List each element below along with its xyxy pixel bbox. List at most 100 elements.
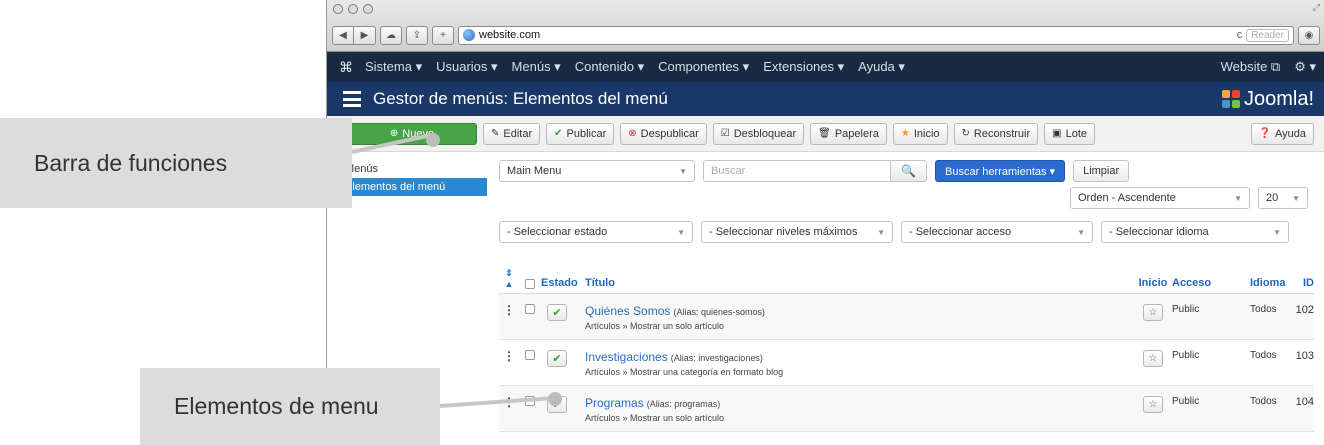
checkbox-icon: ☑	[720, 128, 730, 139]
nav-sistema[interactable]: Sistema ▾	[365, 59, 422, 75]
minimize-window-button[interactable]	[348, 4, 358, 14]
new-tab-button[interactable]: +	[432, 25, 454, 45]
fullscreen-icon[interactable]: ⤢	[1313, 2, 1320, 13]
history-buttons: ◀ ▶	[332, 25, 376, 45]
nav-ayuda[interactable]: Ayuda ▾	[858, 59, 905, 75]
table-row: ⋮ ✔ Programas (Alias: programas) Artícul…	[499, 386, 1314, 432]
col-id[interactable]: ID	[1288, 277, 1314, 289]
downloads-icon[interactable]: ◉	[1298, 25, 1320, 45]
levels-filter-value: - Seleccionar niveles máximos	[709, 226, 858, 238]
unpublish-button[interactable]: ⊗ Despublicar	[620, 122, 707, 145]
callout-toolbar-pointer	[426, 133, 440, 147]
search-tools-button[interactable]: Buscar herramientas ▾	[935, 160, 1066, 182]
cloud-icon[interactable]: ☁	[380, 25, 402, 45]
limit-select[interactable]: 20 ▼	[1258, 187, 1308, 209]
item-title-link[interactable]: Programas	[585, 396, 644, 410]
help-button[interactable]: ❓ Ayuda	[1250, 122, 1314, 145]
batch-button[interactable]: ▣ Lote	[1044, 122, 1096, 145]
share-icon[interactable]: ⇪	[406, 25, 428, 45]
chevron-down-icon: ▼	[1273, 227, 1281, 237]
filter-bar: Main Menu ▼ Buscar 🔍 Buscar herramientas …	[499, 160, 1314, 243]
search-input[interactable]: Buscar	[703, 160, 891, 182]
reader-button[interactable]: Reader	[1246, 28, 1289, 42]
table-row: ⋮ ✔ Quiénes Somos (Alias: quienes-somos)…	[499, 294, 1314, 340]
search-button[interactable]: 🔍	[891, 160, 927, 182]
sidebar-item-menus[interactable]: Menús	[339, 160, 487, 178]
state-filter-select[interactable]: - Seleccionar estado ▼	[499, 221, 693, 243]
clear-button[interactable]: Limpiar	[1073, 160, 1130, 182]
language-filter-select[interactable]: - Seleccionar idioma ▼	[1101, 221, 1289, 243]
forward-button[interactable]: ▶	[354, 25, 376, 45]
refresh-icon: ↻	[961, 128, 970, 139]
col-language[interactable]: Idioma	[1250, 277, 1288, 289]
back-button[interactable]: ◀	[332, 25, 354, 45]
rebuild-button[interactable]: ↻ Reconstruir	[953, 122, 1039, 145]
col-state[interactable]: Estado	[541, 277, 585, 289]
browser-window: ⤢ ◀ ▶ ☁ ⇪ + website.com c Reader ◉ ⌘ Sis…	[326, 0, 1324, 445]
checkin-button[interactable]: ☑ Desbloquear	[712, 122, 805, 145]
nav-componentes[interactable]: Componentes ▾	[658, 59, 749, 75]
brand-text: Joomla!	[1243, 87, 1314, 110]
window-controls	[333, 4, 373, 14]
table-row: ⋮ ✔ Investigaciones (Alias: investigacio…	[499, 340, 1314, 386]
nav-extensiones[interactable]: Extensiones ▾	[763, 59, 844, 75]
publish-button[interactable]: ✔ Publicar	[546, 122, 615, 145]
item-language: Todos	[1250, 350, 1277, 361]
close-window-button[interactable]	[333, 4, 343, 14]
star-icon: ★	[900, 128, 910, 139]
row-checkbox[interactable]	[525, 304, 535, 314]
col-home[interactable]: Inicio	[1134, 277, 1172, 289]
chevron-down-icon: ▼	[1234, 193, 1242, 203]
nav-contenido[interactable]: Contenido ▾	[575, 59, 644, 75]
page-title: Gestor de menús: Elementos del menú	[373, 89, 668, 108]
website-link[interactable]: Website ⧉	[1221, 59, 1281, 75]
item-title-link[interactable]: Quiénes Somos	[585, 304, 670, 318]
edit-icon: ✎	[491, 128, 500, 139]
item-access: Public	[1172, 350, 1200, 361]
checkin-label: Desbloquear	[733, 127, 797, 140]
menu-select-value: Main Menu	[507, 165, 562, 177]
ordering-select[interactable]: Orden - Ascendente ▼	[1070, 187, 1250, 209]
col-title[interactable]: Título	[585, 277, 1134, 289]
ordering-sort-icon[interactable]: ⇕ ▲	[499, 268, 519, 289]
home-star-toggle[interactable]: ☆	[1143, 304, 1163, 321]
joomla-menu-icon[interactable]: ⌘	[339, 59, 353, 76]
home-star-toggle[interactable]: ☆	[1143, 350, 1163, 367]
callout-items-label: Elementos de menu	[174, 393, 379, 419]
reload-icon[interactable]: c	[1237, 29, 1243, 41]
settings-gear-icon[interactable]: ⚙ ▾	[1294, 59, 1316, 75]
stage: ⤢ ◀ ▶ ☁ ⇪ + website.com c Reader ◉ ⌘ Sis…	[0, 0, 1324, 445]
function-toolbar: ⊕ Nuevo ✎ Editar ✔ Publicar ⊗ Despublicar ☑ D…	[327, 116, 1324, 152]
chevron-down-icon: ▼	[1077, 227, 1085, 237]
nav-usuarios[interactable]: Usuarios ▾	[436, 59, 497, 75]
menu-items-table: ⇕ ▲ Estado Título Inicio Acceso Idioma ID…	[499, 260, 1314, 432]
nav-menus[interactable]: Menús ▾	[512, 59, 561, 75]
home-button[interactable]: ★ Inicio	[892, 122, 948, 145]
sidebar-item-menu-items[interactable]: Elementos del menú	[339, 178, 487, 196]
edit-button[interactable]: ✎ Editar	[483, 122, 541, 145]
item-access: Public	[1172, 396, 1200, 407]
item-language: Todos	[1250, 304, 1277, 315]
callout-items-pointer	[548, 392, 562, 406]
row-checkbox[interactable]	[525, 350, 535, 360]
levels-filter-select[interactable]: - Seleccionar niveles máximos ▼	[701, 221, 893, 243]
zoom-window-button[interactable]	[363, 4, 373, 14]
item-type: Artículos » Mostrar un solo artículo	[585, 321, 725, 331]
chevron-down-icon: ▼	[877, 227, 885, 237]
col-access[interactable]: Acceso	[1172, 277, 1250, 289]
trash-button[interactable]: 🗑 Papelera	[810, 122, 887, 145]
chevron-down-icon: ▼	[679, 166, 687, 176]
table-header: ⇕ ▲ Estado Título Inicio Acceso Idioma ID	[499, 260, 1314, 294]
access-filter-select[interactable]: - Seleccionar acceso ▼	[901, 221, 1093, 243]
select-all-checkbox[interactable]	[525, 279, 535, 289]
table-body: ⋮ ✔ Quiénes Somos (Alias: quienes-somos)…	[499, 294, 1314, 432]
item-type: Artículos » Mostrar una categoría en for…	[585, 367, 784, 377]
menu-select[interactable]: Main Menu ▼	[499, 160, 695, 182]
address-bar[interactable]: website.com c Reader	[458, 25, 1294, 45]
drag-handle-icon[interactable]: ⋮	[499, 350, 519, 362]
item-title-link[interactable]: Investigaciones	[585, 350, 668, 364]
published-toggle[interactable]: ✔	[547, 350, 567, 367]
published-toggle[interactable]: ✔	[547, 304, 567, 321]
home-star-toggle[interactable]: ☆	[1143, 396, 1163, 413]
drag-handle-icon[interactable]: ⋮	[499, 304, 519, 316]
